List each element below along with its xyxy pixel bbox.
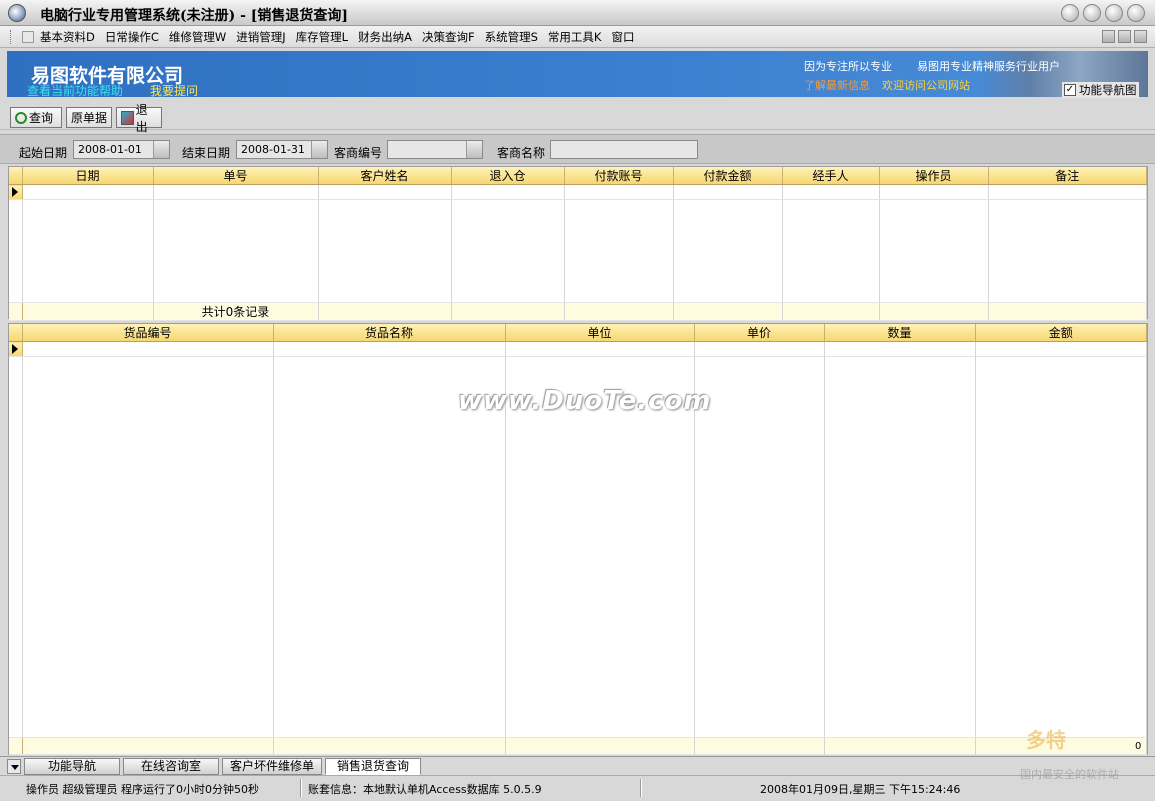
mdi-controls bbox=[1102, 30, 1147, 43]
menu-daily-ops[interactable]: 日常操作C bbox=[105, 29, 159, 45]
end-date-dropdown[interactable] bbox=[311, 141, 327, 158]
row-indicator-header bbox=[9, 324, 23, 342]
visit-website-link[interactable]: 欢迎访问公司网站 bbox=[882, 77, 970, 93]
col-return-warehouse[interactable]: 退入仓 bbox=[451, 167, 565, 185]
query-button[interactable]: 查询 bbox=[10, 107, 62, 128]
grid-footer-row: 共计0条记录 bbox=[9, 302, 1147, 321]
col-quantity[interactable]: 数量 bbox=[824, 324, 976, 342]
tab-online-consult[interactable]: 在线咨询室 bbox=[123, 758, 219, 775]
exit-icon bbox=[121, 110, 134, 125]
document-icon[interactable] bbox=[22, 31, 34, 43]
end-date-label: 结束日期 bbox=[182, 146, 231, 160]
col-handler[interactable]: 经手人 bbox=[782, 167, 880, 185]
customer-name-label: 客商名称 bbox=[497, 146, 546, 160]
current-row-indicator bbox=[9, 184, 23, 200]
tab-list-dropdown-icon[interactable] bbox=[7, 759, 21, 774]
mdi-close-icon[interactable] bbox=[1134, 30, 1147, 43]
table-row[interactable] bbox=[9, 184, 1147, 200]
col-unit-price[interactable]: 单价 bbox=[694, 324, 825, 342]
empty-rows-area bbox=[9, 199, 1147, 303]
return-orders-grid[interactable]: 日期 单号 客户姓名 退入仓 付款账号 付款金额 经手人 操作员 备注 共计0条… bbox=[8, 166, 1148, 321]
search-icon bbox=[15, 111, 27, 124]
col-operator[interactable]: 操作员 bbox=[879, 167, 989, 185]
col-remarks[interactable]: 备注 bbox=[988, 167, 1147, 185]
company-banner: 易图软件有限公司 查看当前功能帮助 我要提问 因为专注所以专业 易图用专业精神服… bbox=[7, 51, 1148, 97]
nav-map-label: 功能导航图 bbox=[1079, 83, 1137, 97]
help-link[interactable]: 查看当前功能帮助 bbox=[27, 82, 123, 97]
window-title: 电脑行业专用管理系统(未注册) - [销售退货查询] bbox=[40, 8, 349, 24]
menu-basic-data[interactable]: 基本资料D bbox=[40, 29, 95, 45]
menu-purchase-sales[interactable]: 进销管理J bbox=[236, 29, 285, 45]
col-customer-name[interactable]: 客户姓名 bbox=[318, 167, 452, 185]
original-document-button[interactable]: 原单据 bbox=[66, 107, 112, 128]
customer-code-dropdown[interactable] bbox=[466, 141, 482, 158]
menu-repair[interactable]: 维修管理W bbox=[169, 29, 226, 45]
menu-finance[interactable]: 财务出纳A bbox=[358, 29, 412, 45]
col-item-name[interactable]: 货品名称 bbox=[273, 324, 506, 342]
query-label: 查询 bbox=[29, 111, 54, 125]
original-document-label: 原单据 bbox=[71, 111, 108, 125]
tab-function-nav[interactable]: 功能导航 bbox=[24, 758, 120, 775]
toolbar: 查询 原单据 退出 bbox=[0, 103, 1155, 134]
nav-map-checkbox[interactable]: ✓ bbox=[1064, 84, 1076, 96]
start-date-dropdown[interactable] bbox=[153, 141, 169, 158]
col-order-no[interactable]: 单号 bbox=[153, 167, 319, 185]
status-divider bbox=[640, 779, 642, 797]
title-bar: 电脑行业专用管理系统(未注册) - [销售退货查询] bbox=[0, 0, 1155, 26]
status-operator: 操作员 超级管理员 程序运行了0小时0分钟50秒 bbox=[26, 783, 259, 796]
grid-header-row: 货品编号 货品名称 单位 单价 数量 金额 bbox=[9, 324, 1147, 342]
col-unit[interactable]: 单位 bbox=[505, 324, 695, 342]
menu-decision[interactable]: 决策查询F bbox=[422, 29, 475, 45]
row-indicator-header bbox=[9, 167, 23, 185]
latest-news-link[interactable]: 了解最新信息 bbox=[804, 77, 870, 93]
filter-bar: 起始日期 2008-01-01 结束日期 2008-01-31 客商编号 客商名… bbox=[0, 134, 1155, 164]
app-icon[interactable] bbox=[8, 4, 26, 22]
tab-customer-repair[interactable]: 客户坏件维修单 bbox=[222, 758, 322, 775]
col-amount[interactable]: 金额 bbox=[975, 324, 1147, 342]
tab-sales-return-query[interactable]: 销售退货查询 bbox=[325, 758, 421, 775]
col-payment-amount[interactable]: 付款金额 bbox=[673, 167, 783, 185]
row-arrow-icon bbox=[12, 344, 18, 354]
window-controls bbox=[1061, 4, 1145, 22]
grid-header-row: 日期 单号 客户姓名 退入仓 付款账号 付款金额 经手人 操作员 备注 bbox=[9, 167, 1147, 185]
grid-footer-row bbox=[9, 737, 1147, 755]
minimize-button[interactable] bbox=[1083, 4, 1101, 22]
slogan: 因为专注所以专业 bbox=[804, 60, 892, 73]
tab-counter: 0 bbox=[1135, 741, 1142, 752]
exit-label: 退出 bbox=[135, 102, 148, 134]
status-account: 账套信息：本地默认单机Access数据库 5.0.5.9 bbox=[308, 783, 542, 796]
status-divider bbox=[300, 779, 302, 797]
customer-name-field[interactable] bbox=[550, 140, 698, 159]
help-window-button[interactable] bbox=[1061, 4, 1079, 22]
start-date-label: 起始日期 bbox=[19, 146, 68, 160]
nav-map-toggle[interactable]: ✓ 功能导航图 bbox=[1062, 82, 1139, 98]
close-button[interactable] bbox=[1127, 4, 1145, 22]
ask-question-link[interactable]: 我要提问 bbox=[150, 82, 198, 97]
maximize-button[interactable] bbox=[1105, 4, 1123, 22]
menu-bar: 基本资料D 日常操作C 维修管理W 进销管理J 库存管理L 财务出纳A 决策查询… bbox=[0, 26, 1155, 48]
col-item-code[interactable]: 货品编号 bbox=[22, 324, 274, 342]
status-datetime: 2008年01月09日,星期三 下午15:24:46 bbox=[760, 783, 961, 796]
current-row-indicator bbox=[9, 341, 23, 357]
menu-grip-icon bbox=[10, 30, 13, 44]
window-tab-bar: 功能导航 在线咨询室 客户坏件维修单 销售退货查询 bbox=[0, 756, 1155, 775]
row-arrow-icon bbox=[12, 187, 18, 197]
customer-code-label: 客商编号 bbox=[334, 146, 383, 160]
menu-window[interactable]: 窗口 bbox=[611, 29, 634, 45]
menu-inventory[interactable]: 库存管理L bbox=[296, 29, 348, 45]
corner-logo: 多特 bbox=[1026, 728, 1066, 752]
mdi-restore-icon[interactable] bbox=[1118, 30, 1131, 43]
menu-system[interactable]: 系统管理S bbox=[485, 29, 538, 45]
watermark-text: www.DuoTe.com bbox=[458, 386, 712, 416]
status-bar: 操作员 超级管理员 程序运行了0小时0分钟50秒 账套信息：本地默认单机Acce… bbox=[0, 768, 1155, 801]
col-date[interactable]: 日期 bbox=[22, 167, 154, 185]
col-payment-account[interactable]: 付款账号 bbox=[564, 167, 674, 185]
slogan-service: 易图用专业精神服务行业用户 bbox=[917, 60, 1060, 73]
mdi-minimize-icon[interactable] bbox=[1102, 30, 1115, 43]
record-count: 共计0条记录 bbox=[153, 302, 319, 321]
exit-button[interactable]: 退出 bbox=[116, 103, 162, 134]
menu-tools[interactable]: 常用工具K bbox=[548, 29, 602, 45]
table-row[interactable] bbox=[9, 341, 1147, 357]
corner-tagline: 国内最安全的软件站 bbox=[1020, 768, 1119, 781]
